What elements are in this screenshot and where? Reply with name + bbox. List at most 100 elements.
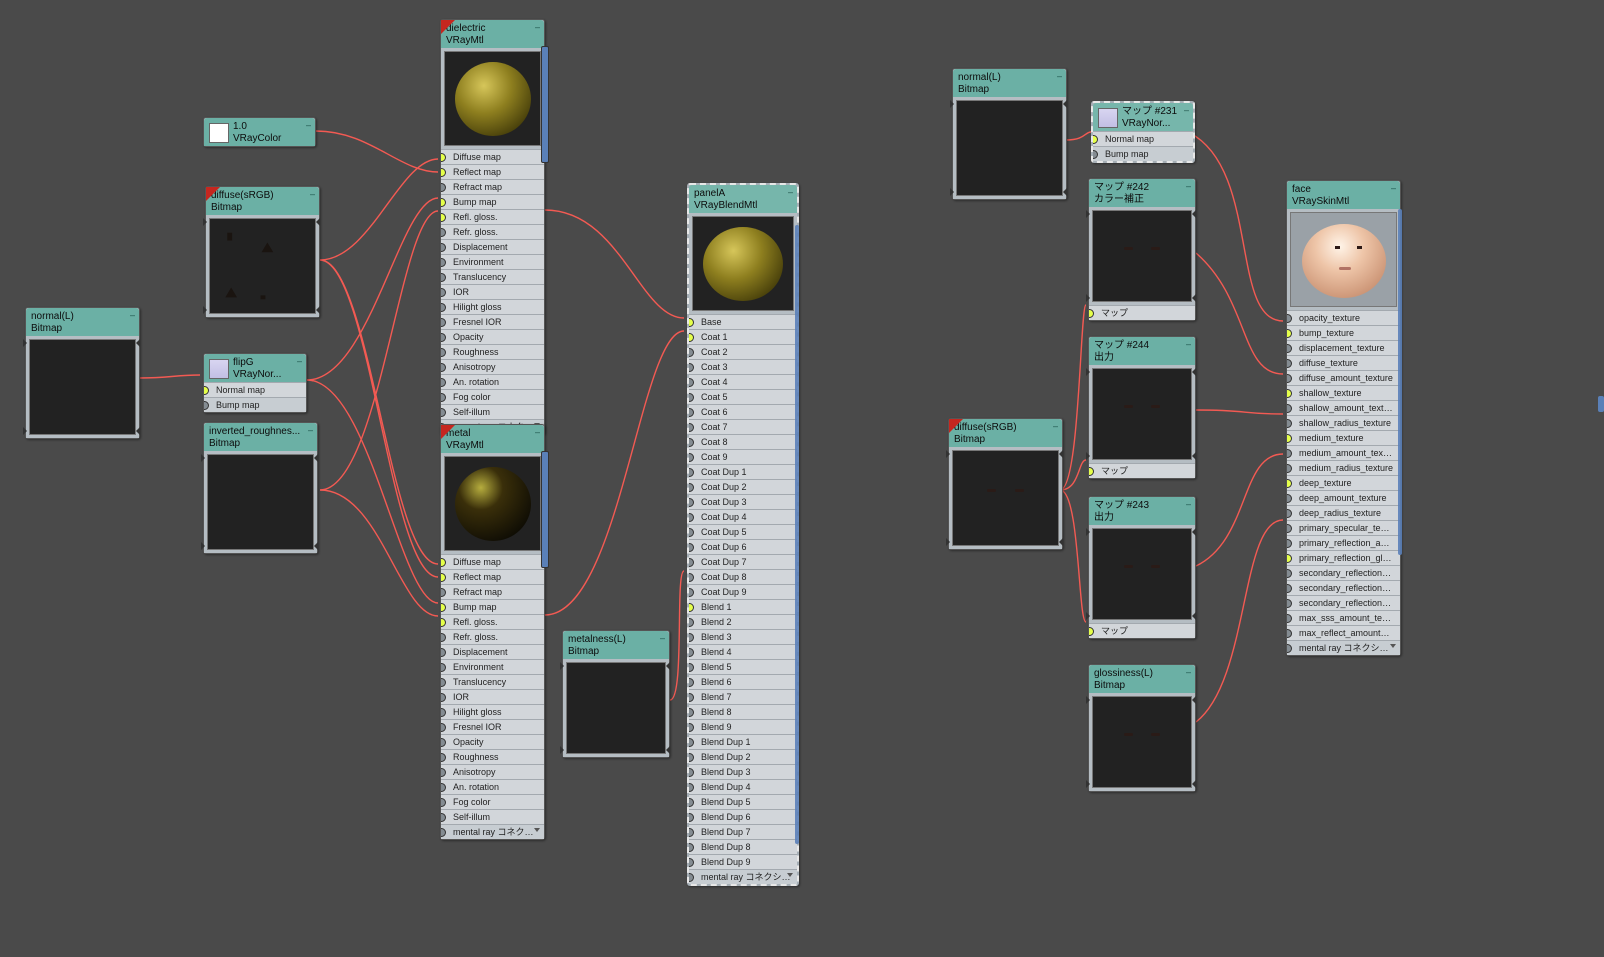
node-normal-l-bitmap-right[interactable]: normal(L)Bitmap– bbox=[952, 68, 1067, 200]
input-slot[interactable]: Coat 8 bbox=[689, 434, 797, 449]
input-slot[interactable]: Roughness bbox=[441, 344, 544, 359]
slot-scrollbar[interactable] bbox=[795, 225, 799, 844]
input-slot[interactable]: Translucency bbox=[441, 674, 544, 689]
input-slot[interactable]: Reflect map bbox=[441, 569, 544, 584]
input-slot[interactable]: Hilight gloss bbox=[441, 299, 544, 314]
input-slot[interactable]: deep_amount_texture bbox=[1287, 490, 1400, 505]
input-slot[interactable]: Blend Dup 8 bbox=[689, 839, 797, 854]
input-slot[interactable]: primary_reflection_amou... bbox=[1287, 535, 1400, 550]
input-slot[interactable]: Coat 2 bbox=[689, 344, 797, 359]
minimize-icon[interactable]: – bbox=[1186, 339, 1191, 349]
input-slot[interactable]: Blend 7 bbox=[689, 689, 797, 704]
input-slot[interactable]: Blend 1 bbox=[689, 599, 797, 614]
input-slot[interactable]: Fresnel IOR bbox=[441, 314, 544, 329]
input-slot[interactable]: primary_specular_texture bbox=[1287, 520, 1400, 535]
input-slot[interactable]: Refract map bbox=[441, 584, 544, 599]
minimize-icon[interactable]: – bbox=[297, 356, 302, 366]
input-slot[interactable]: Base bbox=[689, 314, 797, 329]
input-slot[interactable]: An. rotation bbox=[441, 779, 544, 794]
node-map-244-output[interactable]: マップ #244出力– マップ bbox=[1088, 336, 1196, 479]
input-slot[interactable]: Reflect map bbox=[441, 164, 544, 179]
minimize-icon[interactable]: – bbox=[306, 120, 311, 130]
input-slot[interactable]: Coat Dup 4 bbox=[689, 509, 797, 524]
input-slot[interactable]: Blend Dup 1 bbox=[689, 734, 797, 749]
input-slot[interactable]: max_sss_amount_texture bbox=[1287, 610, 1400, 625]
input-slot[interactable]: Blend Dup 9 bbox=[689, 854, 797, 869]
input-slot[interactable]: Refract map bbox=[441, 179, 544, 194]
input-slot[interactable]: Self-illum bbox=[441, 809, 544, 824]
minimize-icon[interactable]: – bbox=[788, 187, 793, 197]
node-panela-vrayblendmtl[interactable]: panelAVRayBlendMtl– BaseCoat 1Coat 2Coat… bbox=[687, 183, 799, 886]
node-dielectric-vraymtl[interactable]: dielectricVRayMtl– Diffuse mapReflect ma… bbox=[440, 19, 545, 435]
input-slot[interactable]: Coat 9 bbox=[689, 449, 797, 464]
input-slot[interactable]: Displacement bbox=[441, 239, 544, 254]
input-slot[interactable]: medium_radius_texture bbox=[1287, 460, 1400, 475]
input-slot[interactable]: Coat Dup 8 bbox=[689, 569, 797, 584]
input-slot[interactable]: mental ray コネクション bbox=[441, 824, 544, 839]
input-slot[interactable]: deep_texture bbox=[1287, 475, 1400, 490]
input-slot[interactable]: Coat 4 bbox=[689, 374, 797, 389]
node-flipg-vraynormalmap[interactable]: flipG VRayNor... – Normal mapBump map bbox=[203, 353, 307, 413]
node-diffuse-srgb-bitmap-right[interactable]: diffuse(sRGB)Bitmap– bbox=[948, 418, 1063, 550]
input-slot[interactable]: Fresnel IOR bbox=[441, 719, 544, 734]
view-scrollbar-handle[interactable] bbox=[1598, 396, 1604, 412]
input-slot[interactable]: Blend 2 bbox=[689, 614, 797, 629]
input-slot[interactable]: Environment bbox=[441, 254, 544, 269]
input-slot[interactable]: diffuse_amount_texture bbox=[1287, 370, 1400, 385]
input-slot[interactable]: Translucency bbox=[441, 269, 544, 284]
input-slot[interactable]: Fog color bbox=[441, 389, 544, 404]
input-slot[interactable]: Roughness bbox=[441, 749, 544, 764]
input-slot[interactable]: Bump map bbox=[1093, 146, 1193, 161]
input-slot[interactable]: Coat 5 bbox=[689, 389, 797, 404]
slot-scrollbar[interactable] bbox=[1398, 209, 1402, 555]
input-slot[interactable]: bump_texture bbox=[1287, 325, 1400, 340]
input-slot[interactable]: shallow_amount_texture bbox=[1287, 400, 1400, 415]
input-slot[interactable]: Blend Dup 7 bbox=[689, 824, 797, 839]
input-slot[interactable]: displacement_texture bbox=[1287, 340, 1400, 355]
input-slot[interactable]: mental ray コネクション bbox=[689, 869, 797, 884]
input-slot[interactable]: Opacity bbox=[441, 329, 544, 344]
input-slot[interactable]: Coat 1 bbox=[689, 329, 797, 344]
input-slot[interactable]: Self-illum bbox=[441, 404, 544, 419]
input-slot[interactable]: Refr. gloss. bbox=[441, 629, 544, 644]
input-slot[interactable]: Coat Dup 7 bbox=[689, 554, 797, 569]
input-slot[interactable]: diffuse_texture bbox=[1287, 355, 1400, 370]
node-diffuse-srgb-bitmap-left[interactable]: diffuse(sRGB)Bitmap– bbox=[205, 186, 320, 318]
input-slot[interactable]: Normal map bbox=[1093, 131, 1193, 146]
input-slot[interactable]: Blend 5 bbox=[689, 659, 797, 674]
input-slot[interactable]: max_reflect_amount_text... bbox=[1287, 625, 1400, 640]
input-slot[interactable]: Anisotropy bbox=[441, 359, 544, 374]
input-slot[interactable]: Refr. gloss. bbox=[441, 224, 544, 239]
node-vraycolor[interactable]: 1.0 VRayColor – bbox=[203, 117, 316, 147]
input-slot[interactable]: Coat Dup 6 bbox=[689, 539, 797, 554]
input-slot[interactable]: Blend Dup 4 bbox=[689, 779, 797, 794]
input-slot[interactable]: Blend 8 bbox=[689, 704, 797, 719]
minimize-icon[interactable]: – bbox=[535, 427, 540, 437]
input-slot[interactable]: Blend 6 bbox=[689, 674, 797, 689]
input-slot[interactable]: secondary_reflection_am... bbox=[1287, 580, 1400, 595]
minimize-icon[interactable]: – bbox=[310, 189, 315, 199]
input-slot[interactable]: Refl. gloss. bbox=[441, 614, 544, 629]
input-slot[interactable]: マップ bbox=[1089, 305, 1195, 320]
input-slot[interactable]: Blend Dup 3 bbox=[689, 764, 797, 779]
input-slot[interactable]: Normal map bbox=[204, 382, 306, 397]
input-slot[interactable]: Diffuse map bbox=[441, 554, 544, 569]
node-glossiness-l-bitmap[interactable]: glossiness(L)Bitmap– bbox=[1088, 664, 1196, 792]
input-slot[interactable]: Blend 9 bbox=[689, 719, 797, 734]
input-slot[interactable]: Bump map bbox=[441, 599, 544, 614]
input-slot[interactable]: Coat 6 bbox=[689, 404, 797, 419]
input-slot[interactable]: Coat Dup 1 bbox=[689, 464, 797, 479]
input-slot[interactable]: Coat 3 bbox=[689, 359, 797, 374]
input-slot[interactable]: Coat Dup 5 bbox=[689, 524, 797, 539]
input-slot[interactable]: secondary_reflection_glo... bbox=[1287, 595, 1400, 610]
input-slot[interactable]: deep_radius_texture bbox=[1287, 505, 1400, 520]
input-slot[interactable]: Coat Dup 2 bbox=[689, 479, 797, 494]
node-map-242-color-correction[interactable]: マップ #242カラー補正– マップ bbox=[1088, 178, 1196, 321]
output-handle[interactable] bbox=[541, 46, 549, 163]
minimize-icon[interactable]: – bbox=[1057, 71, 1062, 81]
input-slot[interactable]: Hilight gloss bbox=[441, 704, 544, 719]
minimize-icon[interactable]: – bbox=[1186, 667, 1191, 677]
minimize-icon[interactable]: – bbox=[535, 22, 540, 32]
minimize-icon[interactable]: – bbox=[1391, 183, 1396, 193]
input-slot[interactable]: IOR bbox=[441, 689, 544, 704]
